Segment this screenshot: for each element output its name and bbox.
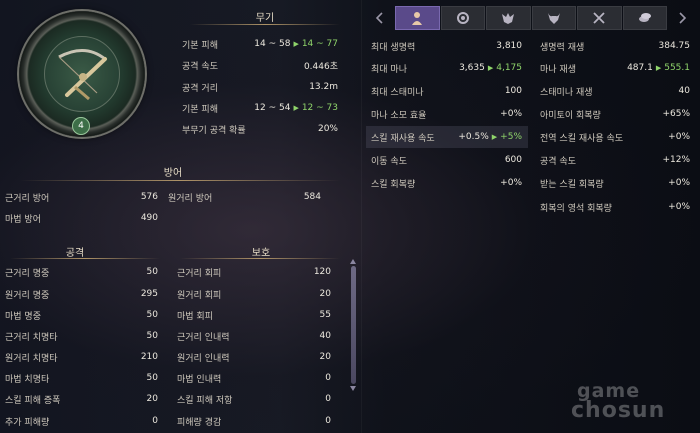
stat-row: 마나 소모 효율 +0% <box>371 109 522 121</box>
stat-row: 아미토이 회복량 +65% <box>540 109 690 121</box>
stat-row: 생명력 재생 384.75 <box>540 41 690 53</box>
weapon-divider <box>190 24 340 25</box>
arrow-right-icon: ▶ <box>293 40 299 48</box>
tab-ring-icon[interactable] <box>440 6 485 30</box>
stat-row: 마나 재생 487.1 ▶ 555.1 <box>540 63 690 75</box>
tab-wolf-icon[interactable] <box>486 6 531 30</box>
tab-chevron-left-icon[interactable] <box>366 6 394 30</box>
attack-divider <box>10 258 160 259</box>
defense-row-magic: 마법 방어 490 <box>5 213 158 225</box>
stat-row: 스킬 재사용 속도 +0.5% ▶ +5% <box>371 132 522 144</box>
protection-row: 피해량 경감 0 <box>177 416 331 428</box>
defense-row-ranged: 원거리 방어 584 <box>168 192 321 204</box>
protection-row: 스킬 피해 저항 0 <box>177 394 331 406</box>
defense-title: 방어 <box>163 168 183 179</box>
tab-crossed-swords-icon[interactable] <box>577 6 622 30</box>
arrow-right-icon: ▶ <box>487 64 494 72</box>
protection-row: 근거리 인내력 40 <box>177 331 331 343</box>
arrow-right-icon: ▶ <box>293 104 299 112</box>
stat-row: 최대 스태미나 100 <box>371 86 522 98</box>
weapon-level-badge: 4 <box>72 117 90 135</box>
attack-row: 근거리 치명타 50 <box>5 331 158 343</box>
protection-row: 근거리 회피 120 <box>177 267 331 279</box>
stat-row: 스킬 회복량 +0% <box>371 178 522 190</box>
attack-row: 스킬 피해 증폭 20 <box>5 394 158 406</box>
attack-row: 마법 명중 50 <box>5 310 158 322</box>
scrollbar-thumb[interactable] <box>351 266 356 384</box>
panel-divider <box>361 0 362 433</box>
stat-label: 기본 피해 <box>182 40 218 51</box>
scroll-up-arrow-icon[interactable] <box>350 259 356 264</box>
stat-row: 이동 속도 600 <box>371 155 522 167</box>
scroll-down-arrow-icon[interactable] <box>350 386 356 391</box>
arrow-right-icon: ▶ <box>491 133 498 141</box>
weapon-row-attack-range: 공격 거리 13.2m <box>182 82 338 94</box>
attack-row: 원거리 치명타 210 <box>5 352 158 364</box>
tab-bull-icon[interactable] <box>531 6 576 30</box>
protection-row: 마법 회피 55 <box>177 310 331 322</box>
attack-title: 공격 <box>65 248 85 259</box>
defense-row-melee: 근거리 방어 576 <box>5 192 158 204</box>
protection-row: 마법 인내력 0 <box>177 373 331 385</box>
weapon-row-offhand-chance: 부무기 공격 확률 20% <box>182 124 338 136</box>
protection-title: 보호 <box>251 248 271 259</box>
weapon-row-base-damage: 기본 피해 14 ~ 58 ▶ 14 ~ 77 <box>182 39 338 51</box>
stat-row: 최대 마나 3,635 ▶ 4,175 <box>371 63 522 75</box>
stat-tabs <box>366 6 696 30</box>
weapon-row-base-damage-2: 기본 피해 12 ~ 54 ▶ 12 ~ 73 <box>182 103 338 115</box>
attack-row: 원거리 명중 295 <box>5 289 158 301</box>
weapon-row-attack-speed: 공격 속도 0.446초 <box>182 61 338 72</box>
watermark-logo: game chosun <box>571 380 666 423</box>
crossbow-icon <box>44 36 120 112</box>
defense-divider <box>20 180 340 181</box>
stat-row: 공격 속도 +12% <box>540 155 690 167</box>
protection-divider <box>180 258 340 259</box>
tab-character-icon[interactable] <box>395 6 440 30</box>
protection-row: 원거리 회피 20 <box>177 289 331 301</box>
stat-row: 회복의 영석 회복량 +0% <box>540 202 690 214</box>
attack-row: 근거리 명중 50 <box>5 267 158 279</box>
tab-coins-icon[interactable] <box>622 6 667 30</box>
stat-row: 스태미나 재생 40 <box>540 86 690 98</box>
weapon-title: 무기 <box>255 13 275 24</box>
attack-row: 마법 치명타 50 <box>5 373 158 385</box>
tab-chevron-right-icon[interactable] <box>668 6 696 30</box>
arrow-right-icon: ▶ <box>655 64 662 72</box>
stat-row: 최대 생명력 3,810 <box>371 41 522 53</box>
attack-row: 추가 피해량 0 <box>5 416 158 428</box>
stat-row: 받는 스킬 회복량 +0% <box>540 178 690 190</box>
protection-row: 원거리 인내력 20 <box>177 352 331 364</box>
stat-row: 전역 스킬 재사용 속도 +0% <box>540 132 690 144</box>
